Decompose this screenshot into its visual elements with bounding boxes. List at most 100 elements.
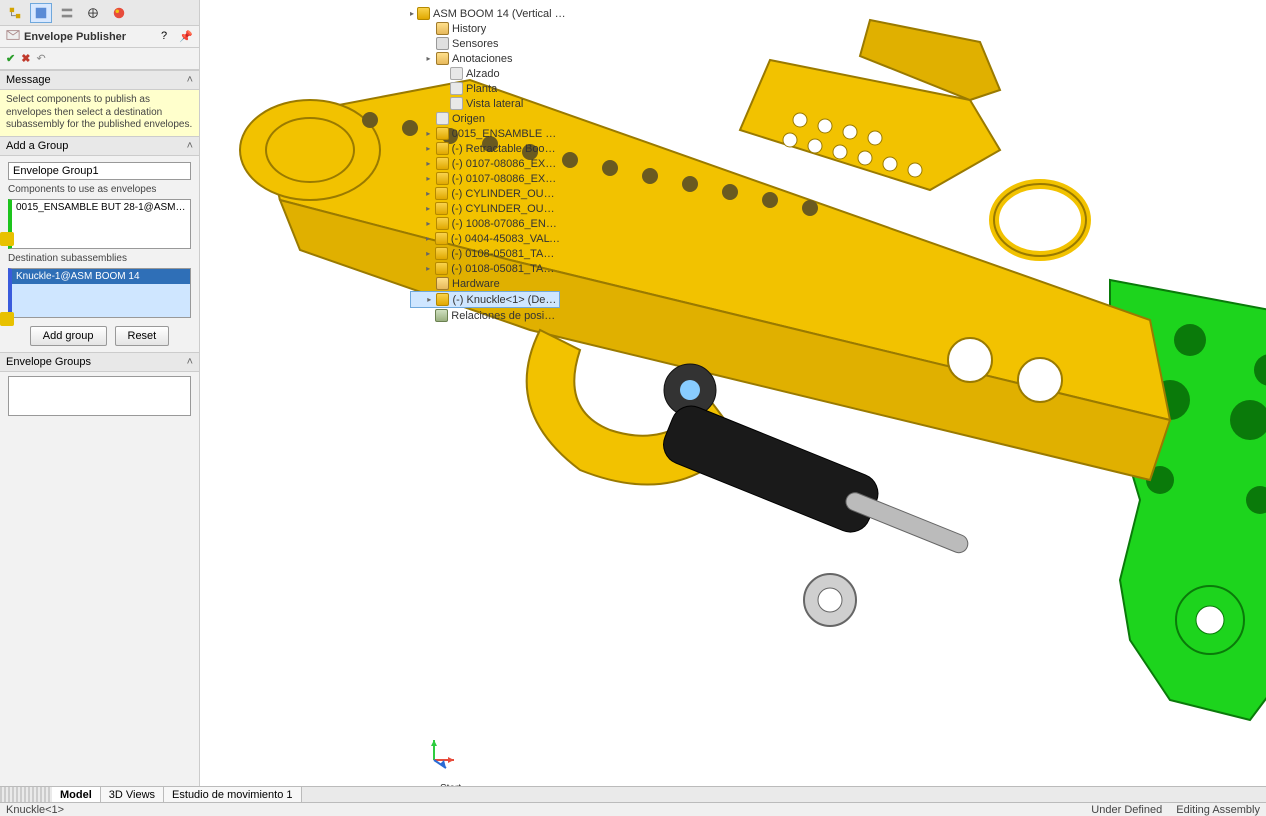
tree-item[interactable]: ▸ (-) 0107-08086_EXP… <box>410 156 560 171</box>
appearance-tab-icon[interactable] <box>108 3 130 23</box>
destination-listbox[interactable]: Knuckle-1@ASM BOOM 14 <box>8 268 191 318</box>
expand-icon[interactable]: ▸ <box>424 204 432 213</box>
tree-item[interactable]: Alzado <box>410 66 560 81</box>
graphics-viewport[interactable]: ▸ASM BOOM 14 (Vertical … HistorySensores… <box>200 0 1266 816</box>
page-icon <box>450 82 463 95</box>
tree-item[interactable]: Vista lateral <box>410 96 560 111</box>
tab-3d-views[interactable]: 3D Views <box>101 787 164 802</box>
selection-handle-icon[interactable] <box>0 312 14 326</box>
tree-item[interactable]: ▸0015_ENSAMBLE B… <box>410 126 560 141</box>
tree-item-label: History <box>452 23 486 35</box>
expand-icon[interactable]: ▸ <box>424 174 433 183</box>
asm-icon <box>435 232 448 245</box>
expand-icon <box>438 69 447 78</box>
chevron-up-icon[interactable]: ˄ <box>187 140 193 152</box>
envelope-groups-section-header[interactable]: Envelope Groups ˄ <box>0 352 199 372</box>
panel-tab-toolbar <box>0 0 199 26</box>
tree-item[interactable]: Origen <box>410 111 560 126</box>
asm-icon <box>436 293 449 306</box>
tree-item[interactable]: ▸ (-) 1008-07086_ENS… <box>410 216 560 231</box>
status-selection: Knuckle<1> <box>6 804 64 816</box>
expand-icon[interactable]: ▸ <box>425 295 433 304</box>
tree-item[interactable]: ▸(-) CYLINDER_OUTE… <box>410 186 560 201</box>
envelope-groups-listbox[interactable] <box>8 376 191 416</box>
reset-button[interactable]: Reset <box>115 326 170 346</box>
asm-icon <box>435 187 448 200</box>
tab-model[interactable]: Model <box>52 787 101 802</box>
tree-item-label: (-) Retractable Boom… <box>452 143 560 155</box>
tree-item[interactable]: Relaciones de posició… <box>410 308 560 323</box>
expand-icon[interactable]: ▸ <box>424 129 433 138</box>
tree-root[interactable]: ▸ASM BOOM 14 (Vertical … <box>410 6 560 21</box>
tree-item-label: (-) 0107-08086_EXP… <box>452 158 560 170</box>
components-label: Components to use as envelopes <box>8 184 191 195</box>
tree-item[interactable]: ▸ (-) 0107-08086_EXP… <box>410 171 560 186</box>
chevron-up-icon[interactable]: ˄ <box>187 356 193 368</box>
asm-icon <box>436 157 449 170</box>
cancel-button[interactable]: ✖ <box>21 52 30 65</box>
destination-label: Destination subassemblies <box>8 253 191 264</box>
help-icon[interactable]: ? <box>161 30 175 44</box>
list-item[interactable]: 0015_ENSAMBLE BUT 28-1@ASM BOOM 14 <box>12 200 190 215</box>
dimxpert-tab-icon[interactable] <box>82 3 104 23</box>
add-group-section-header[interactable]: Add a Group ˄ <box>0 136 199 156</box>
tree-item[interactable]: ▸Anotaciones <box>410 51 560 66</box>
group-name-input[interactable] <box>8 162 191 180</box>
list-item[interactable]: Knuckle-1@ASM BOOM 14 <box>12 269 190 284</box>
expand-icon[interactable]: ▸ <box>424 219 433 228</box>
ok-button[interactable]: ✔ <box>6 52 15 65</box>
tree-item[interactable]: ▸(-) 0404-45083_VALVU… <box>410 231 560 246</box>
tree-item[interactable]: History <box>410 21 560 36</box>
bottom-tab-bar: Model 3D Views Estudio de movimiento 1 <box>0 786 1266 802</box>
add-group-button[interactable]: Add group <box>30 326 107 346</box>
expand-icon[interactable]: ▸ <box>424 264 432 273</box>
panel-title: Envelope Publisher <box>24 31 157 43</box>
expand-icon[interactable]: ▸ <box>424 144 433 153</box>
asm-icon <box>436 217 449 230</box>
tree-item-label: (-) 0108-05081_TAPA … <box>451 248 560 260</box>
components-listbox[interactable]: 0015_ENSAMBLE BUT 28-1@ASM BOOM 14 <box>8 199 191 249</box>
tree-item-label: (-) 0107-08086_EXP… <box>452 173 560 185</box>
property-manager-tab-icon[interactable] <box>30 3 52 23</box>
status-constraint: Under Defined <box>1091 804 1162 816</box>
tree-item[interactable]: ▸ (-) Knuckle<1> (Defa… <box>410 291 560 308</box>
expand-icon[interactable]: ▸ <box>424 249 432 258</box>
expand-icon <box>438 84 447 93</box>
tree-item[interactable]: Hardware <box>410 276 560 291</box>
envelope-icon <box>6 28 20 45</box>
status-mode: Editing Assembly <box>1176 804 1260 816</box>
page-icon <box>436 112 449 125</box>
view-triad-icon[interactable] <box>424 734 460 770</box>
expand-icon[interactable]: ▸ <box>424 54 433 63</box>
panel-action-row: ✔ ✖ ↶ <box>0 48 199 70</box>
tree-item-label: (-) Knuckle<1> (Defa… <box>452 294 559 306</box>
tree-item-label: Vista lateral <box>466 98 523 110</box>
tree-item-label: (-) 1008-07086_ENS… <box>452 218 560 230</box>
tree-item[interactable]: ▸ (-) 0108-05081_TAPA … <box>410 246 560 261</box>
expand-icon[interactable]: ▸ <box>424 159 433 168</box>
chevron-up-icon[interactable]: ˄ <box>187 74 193 86</box>
selection-handle-icon[interactable] <box>0 232 14 246</box>
tree-item[interactable]: Planta <box>410 81 560 96</box>
tree-item[interactable]: ▸(-) CYLINDER_OUTE… <box>410 201 560 216</box>
expand-icon[interactable]: ▸ <box>424 234 432 243</box>
tab-scroll-area[interactable] <box>0 787 52 802</box>
message-section-header[interactable]: Message ˄ <box>0 70 199 90</box>
undo-button[interactable]: ↶ <box>36 52 45 65</box>
assembly-icon <box>417 7 430 20</box>
tree-item[interactable]: Sensores <box>410 36 560 51</box>
tree-item[interactable]: ▸ (-) 0108-05081_TAPA … <box>410 261 560 276</box>
tree-item-label: Hardware <box>452 278 500 290</box>
pin-icon[interactable]: 📌 <box>179 30 193 44</box>
feature-tree-tab-icon[interactable] <box>4 3 26 23</box>
page-icon <box>450 97 463 110</box>
model-3d-view[interactable] <box>210 0 1266 780</box>
asm-icon <box>435 202 448 215</box>
expand-icon <box>424 24 433 33</box>
configuration-tab-icon[interactable] <box>56 3 78 23</box>
tree-item-label: (-) 0108-05081_TAPA … <box>451 263 560 275</box>
panel-title-bar: Envelope Publisher ? 📌 <box>0 26 199 48</box>
expand-icon[interactable]: ▸ <box>424 189 432 198</box>
tab-motion-study[interactable]: Estudio de movimiento 1 <box>164 787 301 802</box>
tree-item[interactable]: ▸ (-) Retractable Boom… <box>410 141 560 156</box>
